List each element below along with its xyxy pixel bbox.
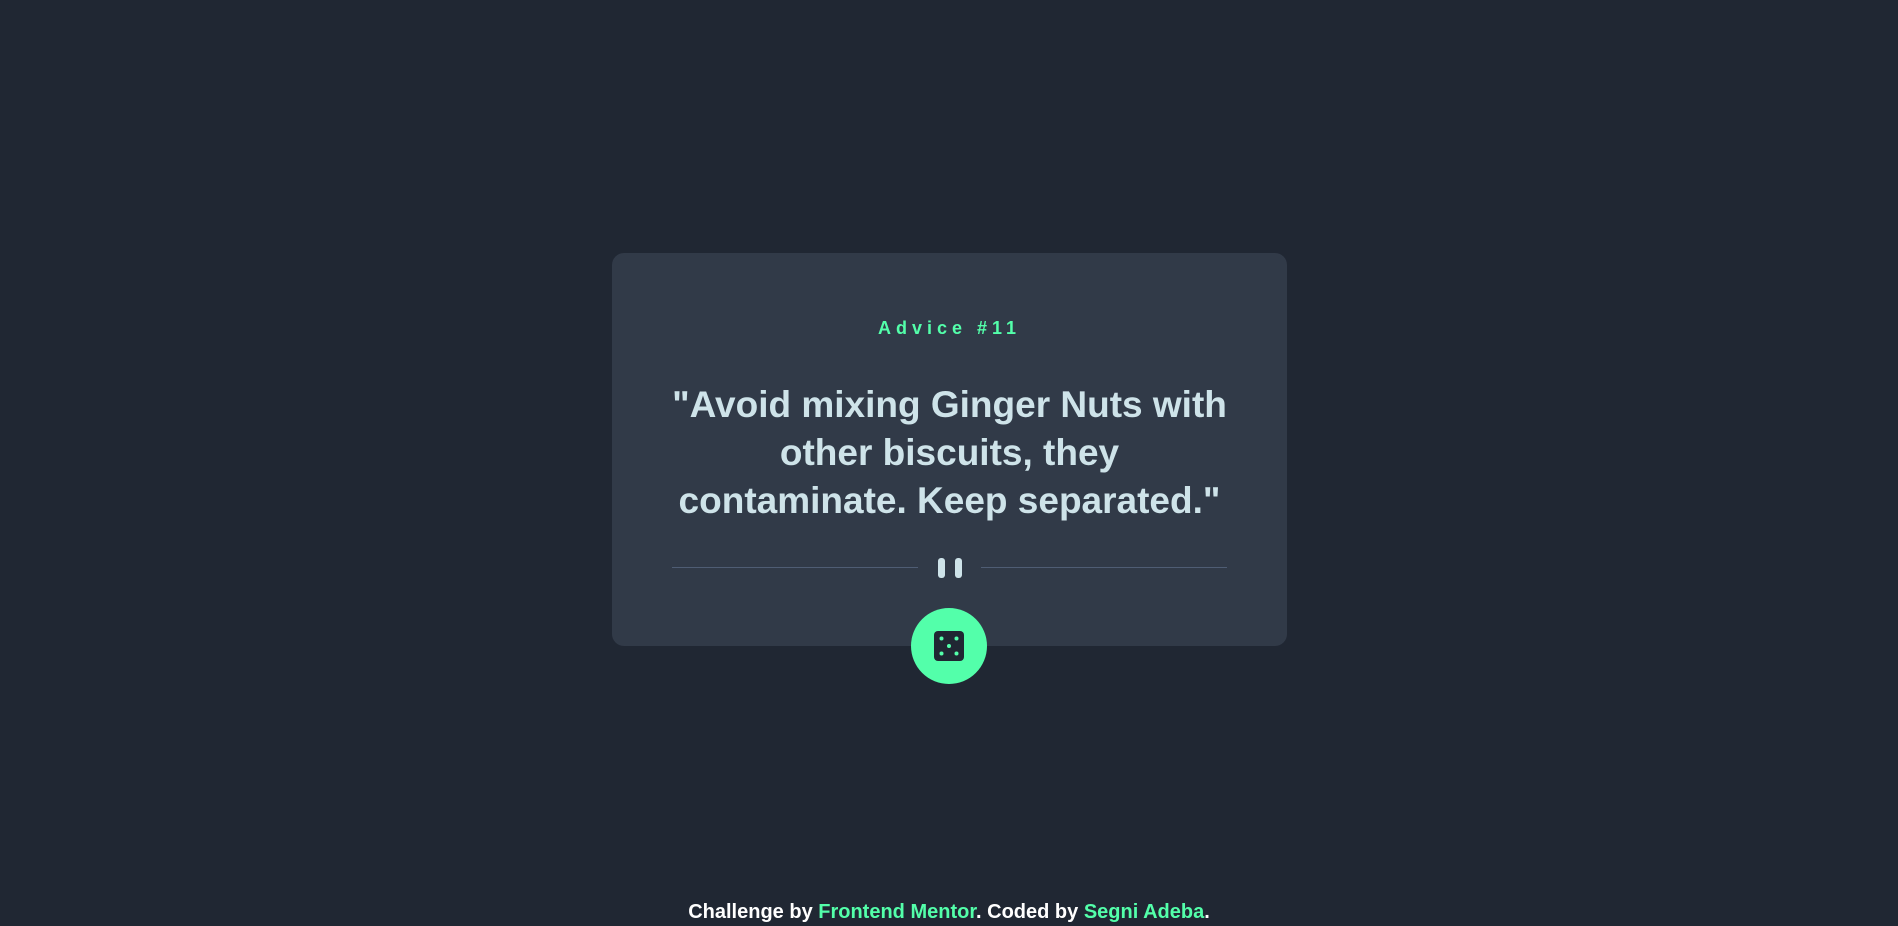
footer-prefix: Challenge by bbox=[688, 901, 819, 923]
advice-card: Advice #11 "Avoid mixing Ginger Nuts wit… bbox=[612, 253, 1287, 646]
dice-icon bbox=[934, 631, 964, 661]
footer-middle: . Coded by bbox=[976, 901, 1084, 923]
pattern-divider bbox=[672, 556, 1227, 580]
author-link[interactable]: Segni Adeba bbox=[1084, 901, 1204, 923]
new-advice-button[interactable] bbox=[911, 608, 987, 684]
frontend-mentor-link[interactable]: Frontend Mentor bbox=[818, 901, 976, 923]
advice-number-label: Advice #11 bbox=[877, 318, 1022, 338]
advice-quote: "Avoid mixing Ginger Nuts with other bis… bbox=[672, 384, 1227, 521]
pause-icon bbox=[937, 558, 963, 578]
footer-suffix: . bbox=[1204, 901, 1210, 923]
attribution-footer: Challenge by Frontend Mentor. Coded by S… bbox=[0, 899, 1898, 925]
divider-line-right bbox=[981, 567, 1227, 568]
divider-line-left bbox=[672, 567, 918, 568]
